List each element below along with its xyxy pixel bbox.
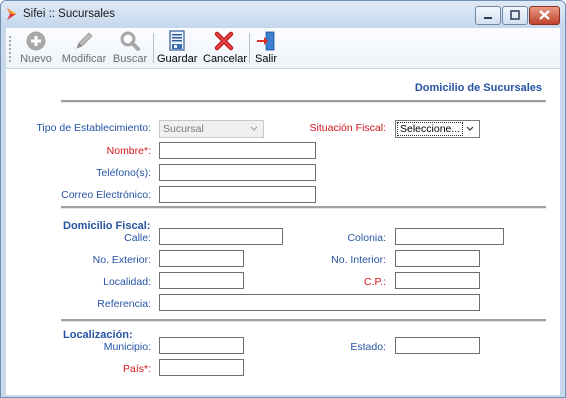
pais-input[interactable]: [159, 359, 244, 376]
magnifier-icon: [120, 31, 140, 51]
cp-input[interactable]: [395, 272, 480, 289]
toolbar-separator: [153, 33, 154, 63]
tipo-establecimiento-label: Tipo de Establecimiento:: [36, 122, 151, 134]
nombre-label: Nombre*:: [106, 145, 151, 157]
section-title: Domicilio de Sucursales: [414, 82, 542, 94]
referencia-input[interactable]: [159, 294, 480, 311]
minimize-button[interactable]: [475, 6, 501, 25]
maximize-icon: [510, 10, 520, 20]
toolbar: Nuevo Modificar Buscar Guardar Cancelar …: [6, 28, 560, 69]
title-bar[interactable]: Sifei :: Sucursales: [1, 1, 565, 28]
no-exterior-label: No. Exterior:: [92, 254, 151, 266]
guardar-label: Guardar: [157, 53, 198, 65]
localidad-label: Localidad:: [103, 276, 151, 288]
estado-input[interactable]: [395, 337, 480, 354]
no-exterior-input[interactable]: [159, 250, 244, 267]
tipo-establecimiento-select[interactable]: Sucursal: [159, 120, 264, 138]
chevron-down-icon: [466, 126, 474, 131]
situacion-fiscal-value: Seleccione...: [397, 122, 464, 136]
modificar-button[interactable]: Modificar: [60, 28, 108, 68]
add-icon: [26, 31, 46, 51]
save-document-icon: [169, 30, 185, 51]
window: Sifei :: Sucursales Nuevo Modificar Busc…: [0, 0, 566, 398]
correo-input[interactable]: [159, 186, 316, 203]
calle-input[interactable]: [159, 228, 283, 245]
salir-label: Salir: [254, 53, 277, 65]
colonia-input[interactable]: [395, 228, 504, 245]
minimize-icon: [484, 17, 492, 19]
colonia-label: Colonia:: [347, 232, 386, 244]
nombre-input[interactable]: [159, 142, 316, 159]
cancelar-button[interactable]: Cancelar: [203, 28, 248, 68]
guardar-button[interactable]: Guardar: [157, 28, 197, 68]
pais-label: País*:: [122, 363, 151, 375]
buscar-button[interactable]: Buscar: [112, 28, 148, 68]
no-interior-label: No. Interior:: [331, 254, 386, 266]
nuevo-button[interactable]: Nuevo: [18, 28, 54, 68]
localizacion-title: Localización:: [63, 329, 133, 341]
exit-door-icon: [257, 31, 275, 51]
chevron-down-icon: [250, 126, 258, 131]
salir-button[interactable]: Salir: [253, 28, 279, 68]
form-panel: Domicilio de Sucursales Tipo de Establec…: [6, 69, 560, 395]
toolbar-grip[interactable]: [9, 36, 13, 62]
divider: [61, 206, 546, 209]
referencia-label: Referencia:: [97, 298, 151, 310]
municipio-input[interactable]: [159, 337, 244, 354]
telefonos-label: Teléfono(s):: [96, 167, 151, 179]
divider: [61, 319, 546, 322]
modificar-label: Modificar: [61, 53, 107, 65]
localidad-input[interactable]: [159, 272, 244, 289]
no-interior-input[interactable]: [395, 250, 480, 267]
estado-label: Estado:: [350, 341, 386, 353]
divider: [61, 100, 546, 103]
cancelar-label: Cancelar: [203, 53, 248, 65]
pencil-icon: [76, 32, 93, 49]
window-title: Sifei :: Sucursales: [23, 8, 116, 20]
app-icon: [7, 8, 16, 20]
tipo-establecimiento-value: Sucursal: [163, 123, 204, 135]
nuevo-label: Nuevo: [20, 53, 52, 65]
calle-label: Calle:: [124, 232, 151, 244]
buscar-label: Buscar: [112, 53, 148, 65]
cp-label: C.P.:: [364, 276, 386, 288]
situacion-fiscal-label: Situación Fiscal:: [309, 122, 386, 134]
situacion-fiscal-select[interactable]: Seleccione...: [395, 120, 480, 138]
close-button[interactable]: [529, 6, 560, 25]
toolbar-separator: [249, 33, 250, 63]
close-icon: [539, 10, 550, 20]
municipio-label: Municipio:: [103, 341, 151, 353]
telefonos-input[interactable]: [159, 164, 316, 181]
domicilio-fiscal-title: Domicilio Fiscal:: [63, 220, 151, 232]
correo-label: Correo Electrónico:: [61, 189, 151, 201]
maximize-button[interactable]: [502, 6, 528, 25]
red-x-icon: [214, 31, 234, 51]
